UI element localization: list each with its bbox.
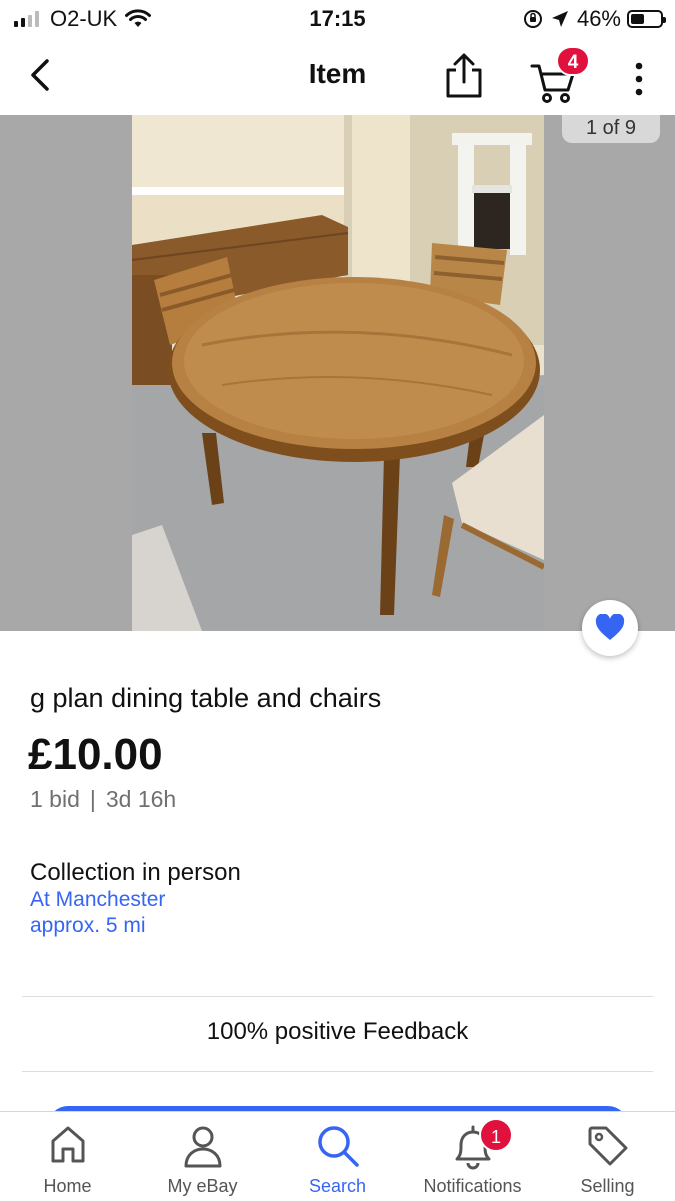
share-icon: [446, 53, 482, 98]
battery-level: [631, 14, 644, 24]
tab-selling[interactable]: Selling: [540, 1112, 675, 1201]
tab-my-ebay[interactable]: My eBay: [135, 1112, 270, 1201]
location-arrow-icon: [551, 10, 569, 28]
tab-bar: Home My eBay Search 1 Notifications Sell…: [0, 1111, 675, 1200]
tab-label: Notifications: [423, 1176, 522, 1196]
divider: [22, 996, 653, 997]
delivery-method: Collection in person: [30, 859, 241, 886]
nav-header: Item 4: [0, 40, 675, 115]
notification-count-badge: 1: [479, 1118, 513, 1152]
more-vertical-icon: [635, 62, 643, 96]
more-options-button[interactable]: [624, 58, 654, 98]
cart-count-badge: 4: [556, 46, 590, 76]
time-left: 3d 16h: [105, 786, 177, 812]
tab-search[interactable]: Search: [270, 1112, 405, 1201]
share-button[interactable]: [442, 52, 486, 100]
image-gallery[interactable]: 1 of 9: [0, 115, 675, 631]
orientation-lock-icon: [523, 9, 543, 29]
listing-price: £10.00: [28, 730, 163, 779]
meta-separator: |: [89, 786, 96, 812]
status-bar: O2-UK 17:15 46%: [0, 0, 675, 40]
listing-title: g plan dining table and chairs: [30, 683, 382, 713]
tab-label: Selling: [580, 1176, 635, 1196]
bid-info: 1 bid | 3d 16h: [30, 786, 176, 813]
heart-icon: [595, 614, 625, 640]
listing-photo[interactable]: [132, 115, 544, 631]
search-icon: [317, 1126, 359, 1167]
location-link[interactable]: At Manchester: [30, 888, 165, 912]
tab-label: Search: [308, 1176, 367, 1196]
seller-feedback-row[interactable]: 100% positive Feedback: [0, 1018, 675, 1046]
divider: [22, 1071, 653, 1072]
distance-text: approx. 5 mi: [30, 914, 146, 937]
watch-button[interactable]: [582, 600, 638, 656]
image-counter: 1 of 9: [562, 115, 660, 143]
bid-count: 1 bid: [30, 786, 80, 812]
tab-label: Home: [43, 1176, 92, 1196]
battery-icon: [627, 10, 666, 28]
status-right: 46%: [523, 6, 666, 32]
cart-button[interactable]: 4: [530, 46, 590, 104]
person-icon: [184, 1126, 221, 1168]
tab-notifications[interactable]: 1 Notifications: [405, 1112, 540, 1201]
tab-label: My eBay: [167, 1176, 238, 1196]
tag-icon: [588, 1126, 627, 1166]
battery-percentage: 46%: [576, 6, 621, 31]
home-icon: [51, 1126, 84, 1163]
tab-home[interactable]: Home: [0, 1112, 135, 1201]
